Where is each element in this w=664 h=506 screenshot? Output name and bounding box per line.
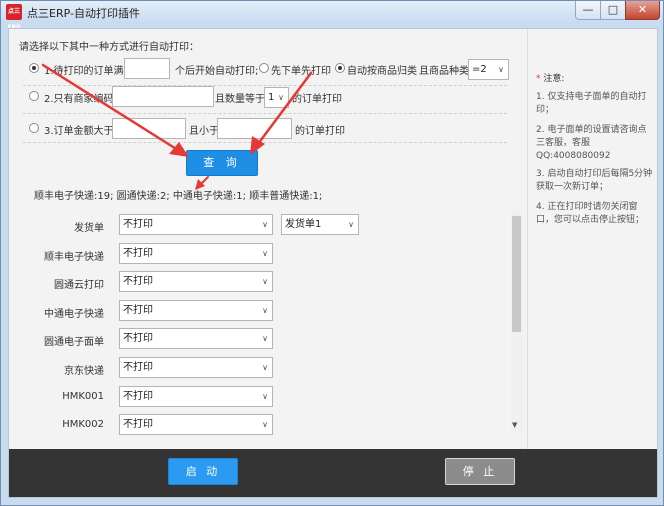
app-window: 点三ERP 点三ERP-自动打印插件 — □ ✕ 请选择以下其中一种方式进行自动… bbox=[0, 0, 664, 506]
row-print-value: 不打印 bbox=[123, 219, 153, 230]
row-print-value: 不打印 bbox=[123, 333, 153, 344]
option2-suffix: 的订单打印 bbox=[292, 94, 342, 105]
quantity-select[interactable]: 1 ∨ bbox=[264, 87, 289, 108]
chevron-down-icon: ∨ bbox=[262, 306, 268, 315]
chevron-down-icon: ∨ bbox=[262, 420, 268, 429]
row-print-value: 不打印 bbox=[123, 419, 153, 430]
group-by-product-radio[interactable] bbox=[335, 63, 345, 73]
amount-max-input[interactable] bbox=[217, 118, 292, 139]
divider bbox=[23, 113, 507, 114]
row-print-select[interactable]: 不打印 ∨ bbox=[119, 271, 273, 292]
notes-heading: * 注意: bbox=[536, 74, 565, 84]
row-print-select[interactable]: 不打印 ∨ bbox=[119, 300, 273, 321]
minimize-button[interactable]: — bbox=[575, 1, 601, 20]
note-item: 4. 正在打印时请勿关闭窗口，您可以点击停止按钮； bbox=[536, 202, 645, 225]
row-label: 圆通云打印 bbox=[54, 280, 104, 291]
row-label: HMK001 bbox=[62, 391, 104, 402]
row-print-value: 不打印 bbox=[123, 276, 153, 287]
option3-prefix: 3.订单金额大于 bbox=[44, 126, 114, 137]
category-count-select[interactable]: =2 ∨ bbox=[468, 59, 509, 80]
row-print-value: 不打印 bbox=[123, 391, 153, 402]
first-order-first-print-radio[interactable] bbox=[259, 63, 269, 73]
chevron-down-icon: ∨ bbox=[262, 220, 268, 229]
row-print-select[interactable]: 不打印 ∨ bbox=[119, 414, 273, 435]
row-print-value: 不打印 bbox=[123, 362, 153, 373]
option2-prefix: 2.只有商家编码 bbox=[44, 94, 114, 105]
row-print-value: 不打印 bbox=[123, 248, 153, 259]
chevron-down-icon: ∨ bbox=[262, 334, 268, 343]
notes-heading-star: * bbox=[536, 74, 541, 84]
category-label: 且商品种类 bbox=[419, 66, 469, 77]
row-label: 发货单 bbox=[74, 223, 104, 234]
scrollbar[interactable]: ▼ bbox=[511, 210, 523, 432]
app-logo-icon: 点三ERP bbox=[6, 4, 22, 31]
scroll-down-icon[interactable]: ▼ bbox=[512, 421, 517, 429]
option3-mid: 且小于 bbox=[189, 126, 219, 137]
notes-panel: * 注意: 1. 仅支持电子面单的自动打印； 2. 电子面单的设置请咨询点三客服… bbox=[527, 29, 657, 449]
settings-panel: 请选择以下其中一种方式进行自动打印： 1.待打印的订单满 个后开始自动打印; 先… bbox=[9, 29, 527, 449]
row-print-value: 不打印 bbox=[123, 305, 153, 316]
row-print-select[interactable]: 不打印 ∨ bbox=[119, 243, 273, 264]
title-bar[interactable]: 点三ERP 点三ERP-自动打印插件 — □ ✕ bbox=[1, 1, 663, 31]
chevron-down-icon: ∨ bbox=[262, 249, 268, 258]
window-title: 点三ERP-自动打印插件 bbox=[27, 7, 140, 20]
note-item: 1. 仅支持电子面单的自动打印； bbox=[536, 92, 647, 115]
row-label: HMK002 bbox=[62, 419, 104, 430]
row-print-select[interactable]: 不打印 ∨ bbox=[119, 357, 273, 378]
footer-bar: 启 动 停 止 bbox=[9, 449, 657, 497]
print-summary: 顺丰电子快递:19; 圆通快递:2; 中通电子快递:1; 顺丰普通快递:1; bbox=[34, 191, 323, 202]
merchant-code-input[interactable] bbox=[112, 86, 214, 107]
row-print-select[interactable]: 不打印 ∨ bbox=[119, 328, 273, 349]
close-button[interactable]: ✕ bbox=[625, 1, 660, 20]
first-order-first-print-label: 先下单先打印 bbox=[271, 66, 331, 77]
chevron-down-icon: ∨ bbox=[348, 220, 354, 229]
amount-min-input[interactable] bbox=[112, 118, 186, 139]
scrollbar-thumb[interactable] bbox=[512, 216, 521, 332]
chevron-down-icon: ∨ bbox=[278, 93, 284, 102]
divider bbox=[23, 85, 507, 86]
start-button[interactable]: 启 动 bbox=[168, 458, 238, 485]
row-label: 圆通电子面单 bbox=[44, 337, 104, 348]
chevron-down-icon: ∨ bbox=[262, 363, 268, 372]
order-count-input[interactable] bbox=[124, 58, 170, 79]
row-label: 中通电子快递 bbox=[44, 309, 104, 320]
client-area: 请选择以下其中一种方式进行自动打印： 1.待打印的订单满 个后开始自动打印; 先… bbox=[8, 28, 658, 498]
option1-prefix: 1.待打印的订单满 bbox=[44, 66, 124, 77]
row-print-select[interactable]: 不打印 ∨ bbox=[119, 386, 273, 407]
chevron-down-icon: ∨ bbox=[262, 277, 268, 286]
divider bbox=[23, 142, 507, 143]
note-item: 2. 电子面单的设置请咨询点三客服，客服QQ:4008080092 bbox=[536, 125, 647, 161]
option1-radio[interactable] bbox=[29, 63, 39, 73]
template-value: 发货单1 bbox=[285, 219, 322, 230]
group-by-product-label: 自动按商品归类 bbox=[347, 66, 417, 77]
chevron-down-icon: ∨ bbox=[262, 392, 268, 401]
query-button[interactable]: 查 询 bbox=[186, 150, 258, 176]
note-item: 3. 启动自动打印后每隔5分钟获取一次新订单； bbox=[536, 169, 653, 192]
option2-radio[interactable] bbox=[29, 91, 39, 101]
row-print-select[interactable]: 不打印 ∨ bbox=[119, 214, 273, 235]
option3-suffix: 的订单打印 bbox=[295, 126, 345, 137]
category-count-value: =2 bbox=[472, 64, 487, 75]
option2-mid: 且数量等于 bbox=[215, 94, 265, 105]
instruction-text: 请选择以下其中一种方式进行自动打印： bbox=[19, 42, 199, 53]
stop-button[interactable]: 停 止 bbox=[445, 458, 515, 485]
quantity-value: 1 bbox=[268, 92, 275, 103]
row-label: 顺丰电子快递 bbox=[44, 252, 104, 263]
option1-suffix: 个后开始自动打印; bbox=[175, 66, 259, 77]
chevron-down-icon: ∨ bbox=[498, 65, 504, 74]
maximize-button[interactable]: □ bbox=[600, 1, 626, 20]
template-select[interactable]: 发货单1 ∨ bbox=[281, 214, 359, 235]
row-label: 京东快递 bbox=[64, 366, 104, 377]
option3-radio[interactable] bbox=[29, 123, 39, 133]
